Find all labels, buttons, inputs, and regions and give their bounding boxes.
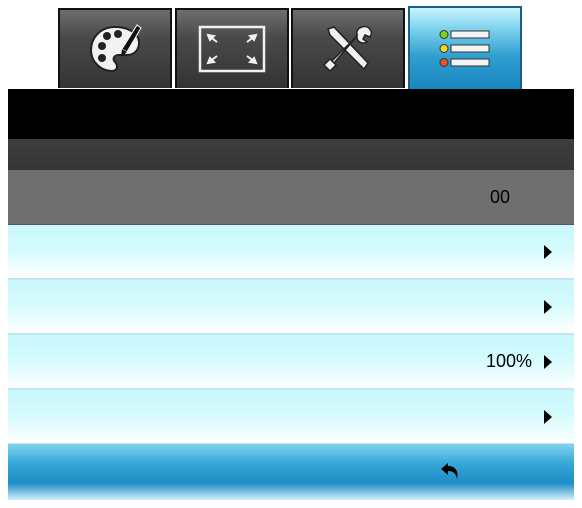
tab-bar (58, 6, 524, 89)
chevron-right-icon (544, 354, 552, 369)
tab-options[interactable] (408, 6, 522, 89)
tab-setup[interactable] (291, 8, 405, 88)
options-menu: 00 100% (8, 89, 574, 500)
chevron-right-icon (544, 244, 552, 259)
list-menu-icon (439, 29, 490, 67)
tools-icon (322, 25, 373, 73)
menu-footer (8, 444, 574, 500)
tab-display[interactable] (175, 8, 289, 88)
menu-row-4[interactable] (8, 390, 574, 445)
menu-subheader (8, 139, 574, 170)
palette-icon (89, 24, 142, 73)
chevron-right-icon (544, 409, 552, 424)
back-arrow-icon[interactable] (440, 462, 462, 480)
tab-image-settings[interactable] (58, 8, 172, 88)
menu-row-1[interactable] (8, 225, 574, 280)
display-resize-icon (198, 25, 266, 73)
row-value: 100% (485, 351, 532, 371)
menu-row-2[interactable] (8, 280, 574, 335)
menu-header (8, 89, 574, 139)
chevron-right-icon (544, 299, 552, 314)
menu-row-3[interactable]: 100% (8, 335, 574, 390)
menu-row-selected[interactable]: 00 (8, 170, 574, 225)
row-value: 00 (489, 186, 510, 207)
